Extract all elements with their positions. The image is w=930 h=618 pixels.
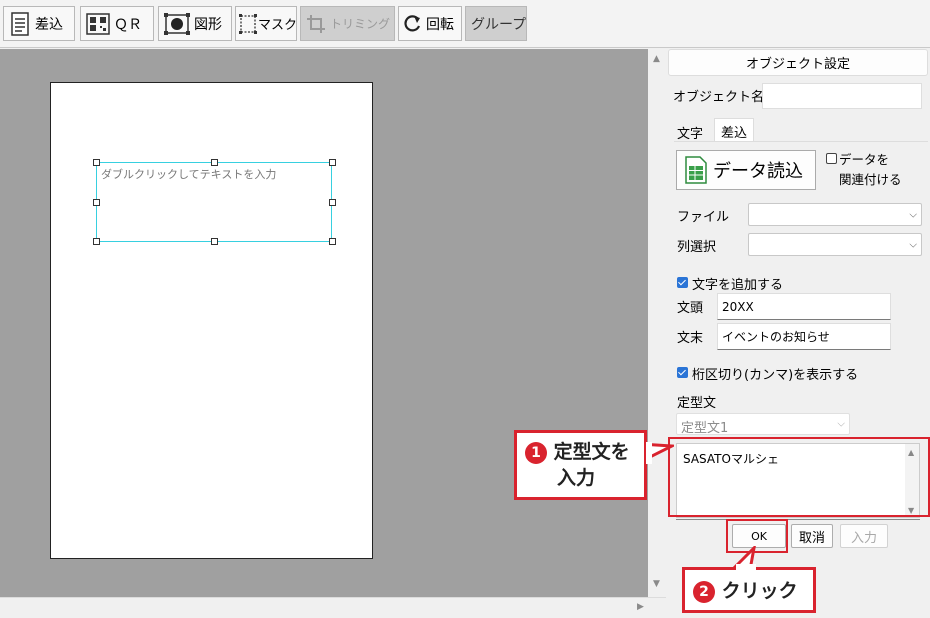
comma-checkbox[interactable] bbox=[677, 367, 688, 378]
file-select[interactable]: ⌵ bbox=[748, 203, 922, 226]
step2-text: クリック bbox=[721, 580, 798, 602]
resize-handle[interactable] bbox=[329, 238, 336, 245]
suffix-field[interactable]: イベントのお知らせ bbox=[717, 323, 891, 350]
merge-button[interactable]: 差込 bbox=[3, 6, 75, 41]
mask-button[interactable]: マスク bbox=[235, 6, 297, 41]
panel-title: オブジェクト設定 bbox=[668, 49, 928, 76]
template-label: 定型文 bbox=[677, 396, 717, 411]
scroll-down-icon[interactable]: ▼ bbox=[653, 579, 660, 589]
callout-step1: 1 定型文を 入力 bbox=[514, 430, 647, 500]
step1-number: 1 bbox=[525, 441, 547, 464]
step2-number: 2 bbox=[693, 580, 715, 603]
object-name-field[interactable] bbox=[762, 83, 922, 109]
template-select[interactable]: 定型文1 ⌵ bbox=[676, 413, 850, 436]
annotation-highlight-textarea bbox=[668, 437, 930, 517]
resize-handle[interactable] bbox=[93, 159, 100, 166]
group-button[interactable]: グループ bbox=[465, 6, 527, 41]
qr-button[interactable]: ＱＲ bbox=[80, 6, 154, 41]
spreadsheet-icon bbox=[685, 156, 707, 184]
toolbar: 差込 ＱＲ 図形 マスク トリミング 回転 グループ bbox=[0, 0, 930, 48]
file-label: ファイル bbox=[677, 210, 730, 225]
crop-icon bbox=[307, 14, 325, 33]
design-canvas[interactable]: ダブルクリックしてテキストを入力 bbox=[0, 49, 648, 597]
resize-handle[interactable] bbox=[329, 199, 336, 206]
group-label: グループ bbox=[471, 16, 527, 33]
input-button[interactable]: 入力 bbox=[840, 524, 888, 548]
callout-joint-2 bbox=[736, 564, 756, 570]
resize-handle[interactable] bbox=[211, 238, 218, 245]
shape-icon bbox=[164, 12, 190, 35]
chevron-down-icon: ⌵ bbox=[909, 239, 917, 250]
link-data-label-2: 関連付ける bbox=[839, 172, 902, 187]
prefix-field[interactable]: 20XX bbox=[717, 293, 891, 320]
column-select[interactable]: ⌵ bbox=[748, 233, 922, 256]
rotate-button[interactable]: 回転 bbox=[398, 6, 462, 41]
object-settings-panel: オブジェクト設定 オブジェクト名 文字 差込 データ読込 データを 関連付ける … bbox=[666, 49, 930, 618]
scroll-up-icon[interactable]: ▲ bbox=[653, 54, 660, 64]
resize-handle[interactable] bbox=[93, 199, 100, 206]
cancel-button[interactable]: 取消 bbox=[791, 524, 833, 548]
rotate-icon bbox=[404, 14, 421, 31]
column-label: 列選択 bbox=[677, 240, 717, 255]
scroll-right-icon[interactable]: ▶ bbox=[637, 602, 644, 612]
suffix-label: 文末 bbox=[677, 331, 704, 346]
merge-label: 差込 bbox=[35, 16, 63, 33]
step1-line1: 定型文を bbox=[553, 441, 630, 463]
prefix-label: 文頭 bbox=[677, 301, 704, 316]
qr-label: ＱＲ bbox=[114, 16, 142, 33]
trimming-button[interactable]: トリミング bbox=[300, 6, 395, 41]
document-icon bbox=[11, 11, 29, 36]
add-text-checkbox[interactable] bbox=[677, 277, 688, 288]
vertical-scrollbar[interactable]: ▲ ▼ bbox=[648, 49, 666, 597]
rotate-label: 回転 bbox=[426, 16, 454, 33]
link-data-label-1: データを bbox=[839, 152, 890, 167]
add-text-label: 文字を追加する bbox=[692, 278, 784, 293]
resize-handle[interactable] bbox=[211, 159, 218, 166]
textbox-placeholder: ダブルクリックしてテキストを入力 bbox=[101, 168, 277, 181]
chevron-down-icon: ⌵ bbox=[837, 418, 845, 430]
shape-label: 図形 bbox=[194, 16, 222, 33]
shape-button[interactable]: 図形 bbox=[158, 6, 232, 41]
tab-merge[interactable]: 差込 bbox=[714, 118, 755, 142]
callout-step2: 2 クリック bbox=[682, 567, 816, 613]
divider bbox=[676, 519, 920, 520]
data-load-button[interactable]: データ読込 bbox=[676, 150, 816, 190]
resize-handle[interactable] bbox=[329, 159, 336, 166]
comma-label: 桁区切り(カンマ)を表示する bbox=[692, 368, 859, 383]
mask-icon bbox=[239, 13, 257, 34]
chevron-down-icon: ⌵ bbox=[909, 209, 917, 220]
trimming-label: トリミング bbox=[330, 17, 391, 31]
link-data-checkbox[interactable] bbox=[826, 153, 837, 164]
text-object[interactable]: ダブルクリックしてテキストを入力 bbox=[93, 159, 336, 245]
template-select-value: 定型文1 bbox=[681, 421, 729, 436]
qr-icon bbox=[86, 12, 110, 35]
data-load-label: データ読込 bbox=[713, 161, 803, 182]
page-sheet[interactable]: ダブルクリックしてテキストを入力 bbox=[50, 82, 373, 559]
horizontal-scrollbar[interactable]: ▶ bbox=[0, 597, 666, 618]
object-name-label: オブジェクト名 bbox=[673, 90, 765, 105]
callout-joint-1 bbox=[646, 442, 652, 464]
resize-handle[interactable] bbox=[93, 238, 100, 245]
mask-label: マスク bbox=[258, 18, 298, 33]
step1-line2: 入力 bbox=[557, 467, 596, 489]
